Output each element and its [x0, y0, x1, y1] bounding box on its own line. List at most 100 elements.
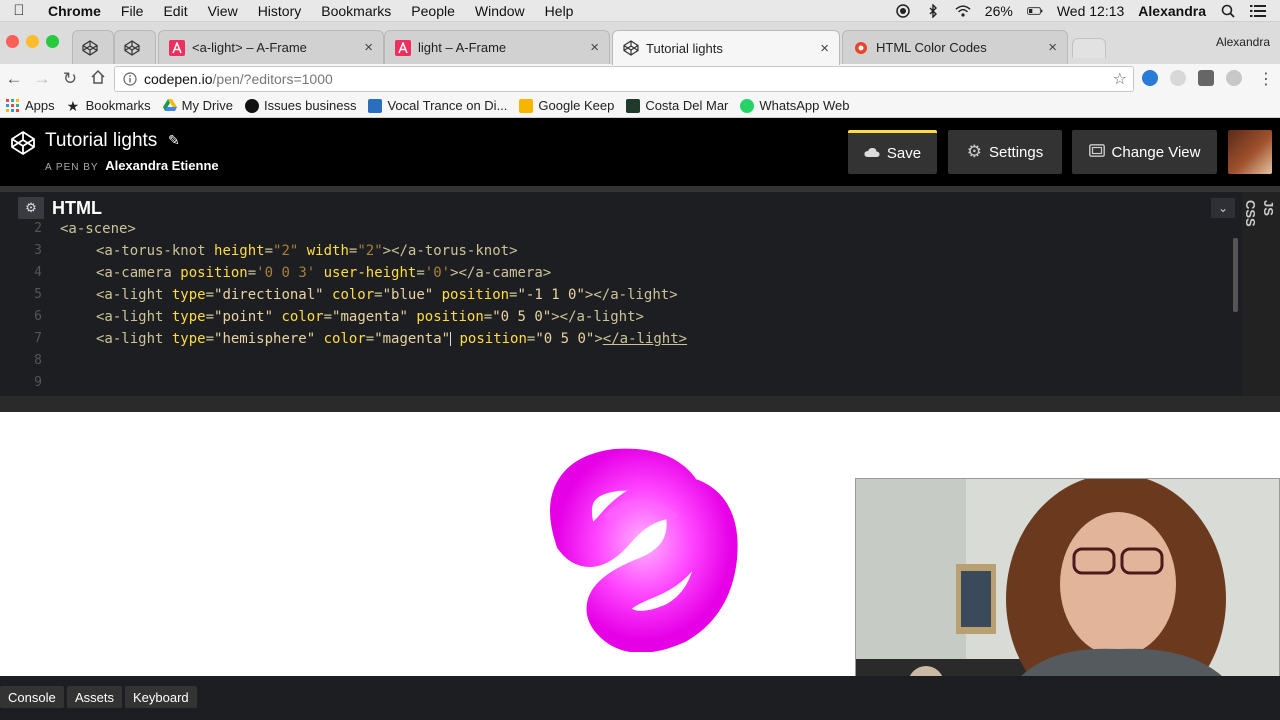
codepen-footer: Console Assets Keyboard	[0, 676, 1280, 720]
line-number: 2	[34, 221, 42, 236]
tab-label: HTML Color Codes	[876, 40, 987, 55]
codepen-logo-icon[interactable]	[10, 130, 36, 156]
pen-author[interactable]: Alexandra Etienne	[105, 158, 218, 173]
menu-view[interactable]: View	[198, 3, 248, 19]
editor-header: ⚙ HTML	[18, 197, 102, 219]
line-number: 9	[34, 375, 42, 390]
menu-history[interactable]: History	[248, 3, 312, 19]
js-editor-tab[interactable]: JS	[1261, 200, 1276, 216]
html-editor-panel: ⚙ HTML ⌄ CSS JS 2 <a-scene> 3 <a-torus-k…	[0, 186, 1280, 396]
menu-extras: 26% Wed 12:13 Alexandra	[895, 3, 1280, 19]
assets-button[interactable]: Assets	[67, 686, 123, 708]
css-editor-tab[interactable]: CSS	[1243, 200, 1258, 227]
collapsed-editors: CSS JS	[1242, 192, 1280, 396]
bookmark-costa-del-mar[interactable]: Costa Del Mar	[626, 98, 728, 113]
close-window-button[interactable]	[6, 35, 19, 48]
info-icon[interactable]	[123, 72, 137, 86]
htmlcolorcodes-icon	[853, 40, 869, 56]
screen:  Chrome File Edit View History Bookmark…	[0, 0, 1280, 720]
bookmark-label: Bookmarks	[85, 98, 151, 113]
code-line-4: <a-camera position='0 0 3' user-height='…	[96, 265, 552, 281]
tab-tutorial-lights[interactable]: Tutorial lights ×	[612, 30, 840, 65]
pencil-icon[interactable]: ✎	[168, 132, 180, 149]
minimize-window-button[interactable]	[26, 35, 39, 48]
clock: Wed 12:13	[1056, 2, 1125, 19]
forward-arrow-icon[interactable]: →	[28, 69, 56, 89]
code-area[interactable]: 2 <a-scene> 3 <a-torus-knot height="2" w…	[14, 220, 1236, 392]
menu-people[interactable]: People	[401, 3, 465, 19]
extension-icon-2[interactable]	[1170, 70, 1186, 86]
bookmark-vocal-trance[interactable]: Vocal Trance on Di...	[368, 98, 507, 113]
settings-button[interactable]: ⚙ Settings	[948, 130, 1062, 174]
editor-resize-handle[interactable]	[0, 396, 1280, 412]
notification-center-icon[interactable]	[1250, 4, 1266, 18]
bookmark-label: Issues business	[263, 98, 357, 113]
record-icon[interactable]	[895, 3, 911, 18]
close-tab-icon[interactable]: ×	[364, 39, 373, 56]
pen-title[interactable]: Tutorial lights	[45, 130, 157, 152]
change-view-button[interactable]: Change View	[1072, 130, 1217, 174]
chevron-down-icon[interactable]: ⌄	[1211, 198, 1235, 218]
reload-icon[interactable]: ↻	[56, 69, 84, 89]
keyboard-button[interactable]: Keyboard	[125, 686, 197, 708]
tab-label: <a-light> – A-Frame	[192, 40, 307, 55]
address-bar[interactable]: codepen.io/pen/?editors=1000 ☆	[114, 66, 1134, 92]
menu-help[interactable]: Help	[535, 3, 584, 19]
new-tab-button[interactable]	[1072, 38, 1106, 58]
costa-icon	[626, 98, 641, 113]
bookmark-my-drive[interactable]: My Drive	[162, 98, 233, 113]
star-icon: ★	[66, 97, 80, 114]
tab-label: Tutorial lights	[646, 40, 723, 56]
extension-icon-3[interactable]	[1198, 70, 1214, 86]
torus-knot-render	[550, 448, 738, 652]
bookmark-bookmarks[interactable]: ★ Bookmarks	[67, 98, 151, 113]
menu-bookmarks[interactable]: Bookmarks	[311, 3, 401, 19]
macos-menu-bar:  Chrome File Edit View History Bookmark…	[0, 0, 1280, 22]
di-icon	[368, 98, 383, 113]
chrome-menu-icon[interactable]: ⋮	[1258, 69, 1274, 89]
menu-user[interactable]: Alexandra	[1138, 3, 1206, 19]
editor-scrollbar[interactable]	[1233, 238, 1238, 312]
spotlight-search-icon[interactable]	[1220, 4, 1236, 18]
pen-byline: A PEN BY Alexandra Etienne	[45, 158, 219, 173]
menu-edit[interactable]: Edit	[153, 3, 197, 19]
tab-a-light[interactable]: <a-light> – A-Frame ×	[158, 30, 384, 64]
codepen-header: Tutorial lights ✎ A PEN BY Alexandra Eti…	[0, 118, 1280, 186]
close-tab-icon[interactable]: ×	[590, 39, 599, 56]
bookmark-whatsapp-web[interactable]: WhatsApp Web	[740, 98, 849, 113]
bookmark-label: Google Keep	[538, 98, 615, 113]
avatar[interactable]	[1228, 130, 1272, 174]
tab-light-aframe[interactable]: light – A-Frame ×	[384, 30, 610, 64]
extension-icon-1[interactable]	[1142, 70, 1158, 86]
close-tab-icon[interactable]: ×	[820, 40, 829, 57]
menu-app-name[interactable]: Chrome	[38, 3, 111, 19]
bookmark-star-icon[interactable]: ☆	[1113, 69, 1127, 89]
apple-icon[interactable]: 	[0, 2, 38, 19]
tab-html-color-codes[interactable]: HTML Color Codes ×	[842, 30, 1068, 64]
save-button[interactable]: Save	[848, 130, 937, 174]
zoom-window-button[interactable]	[46, 35, 59, 48]
tab-pinned-2[interactable]	[114, 30, 156, 64]
bookmark-apps[interactable]: Apps	[6, 98, 55, 113]
apps-grid-icon	[6, 98, 20, 113]
change-view-label: Change View	[1111, 143, 1201, 161]
menu-file[interactable]: File	[111, 3, 154, 19]
chrome-profile-name[interactable]: Alexandra	[1216, 35, 1270, 49]
home-icon[interactable]	[84, 69, 112, 90]
wifi-icon[interactable]	[955, 4, 971, 18]
code-line-2: <a-scene>	[60, 221, 136, 237]
back-arrow-icon[interactable]: ←	[0, 69, 28, 89]
aframe-icon	[169, 39, 185, 56]
extension-icons	[1142, 70, 1242, 86]
bookmark-google-keep[interactable]: Google Keep	[519, 98, 614, 113]
editor-settings-gear-icon[interactable]: ⚙	[18, 197, 44, 219]
tab-pinned-1[interactable]	[72, 30, 114, 64]
bookmark-issues-business[interactable]: Issues business	[244, 98, 357, 113]
console-button[interactable]: Console	[0, 686, 64, 708]
extension-icon-4[interactable]	[1226, 70, 1242, 86]
close-tab-icon[interactable]: ×	[1048, 39, 1057, 56]
bluetooth-icon[interactable]	[925, 3, 941, 18]
menu-window[interactable]: Window	[465, 3, 535, 19]
battery-icon[interactable]	[1027, 4, 1043, 18]
code-line-7: <a-light type="hemisphere" color="magent…	[96, 331, 688, 347]
